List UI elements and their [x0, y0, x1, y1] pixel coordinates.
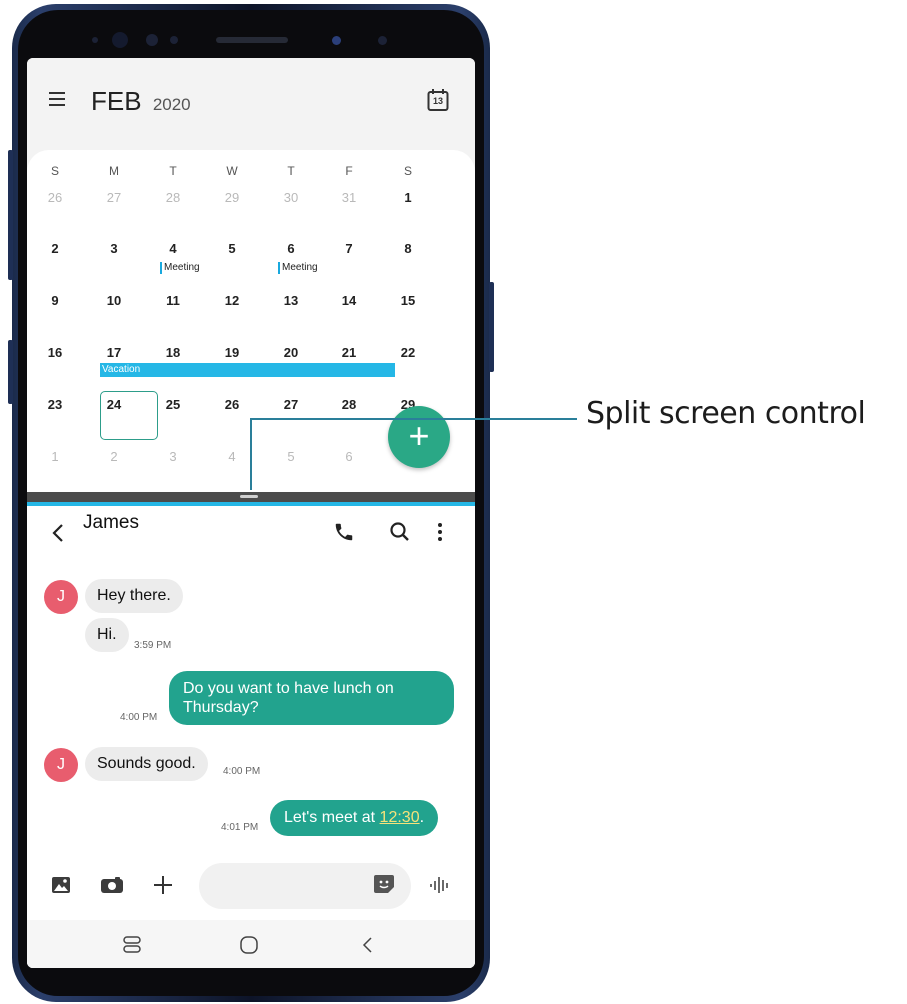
day-cell[interactable]: 23 [35, 397, 75, 412]
day-cell[interactable]: 4 [212, 449, 252, 464]
volume-button [8, 150, 13, 280]
day-cell[interactable]: 5 [212, 241, 252, 256]
today-calendar-icon[interactable]: 13 [427, 88, 449, 112]
power-button [489, 282, 494, 372]
weekday-fri: F [345, 164, 353, 178]
message-text-line: Do you want to have lunch on [183, 680, 394, 697]
day-cell[interactable]: 28 [153, 190, 193, 205]
split-screen-control-handle[interactable] [240, 495, 258, 498]
day-cell[interactable]: 12 [212, 293, 252, 308]
message-bubble-in[interactable]: Hey there. [85, 579, 183, 613]
day-cell[interactable]: 26 [212, 397, 252, 412]
weekday-sun: S [50, 164, 59, 178]
message-timestamp: 4:00 PM [223, 766, 261, 777]
day-cell[interactable]: 27 [271, 397, 311, 412]
day-cell[interactable]: 17 [94, 345, 134, 360]
avatar[interactable]: J [44, 748, 78, 782]
day-cell[interactable]: 14 [329, 293, 369, 308]
message-bubble-in[interactable]: Hi. [85, 618, 129, 652]
day-cell[interactable]: 24 [94, 397, 134, 412]
day-cell[interactable]: 9 [35, 293, 75, 308]
message-bubble-out[interactable]: Let's meet at 12:30. [270, 800, 439, 836]
front-camera-icon [112, 32, 128, 48]
day-cell[interactable]: 20 [271, 345, 311, 360]
back-icon[interactable] [361, 936, 375, 954]
phone-call-icon[interactable] [333, 521, 355, 543]
day-cell[interactable]: 3 [153, 449, 193, 464]
message-timestamp: 3:59 PM [134, 640, 172, 651]
day-cell[interactable]: 5 [271, 449, 311, 464]
day-cell[interactable]: 29 [212, 190, 252, 205]
callout-leader-vertical [250, 418, 252, 490]
weekday-tue: T [169, 164, 177, 178]
back-arrow-icon[interactable] [51, 522, 65, 544]
today-number: 13 [432, 96, 443, 106]
day-cell[interactable]: 4 [153, 241, 193, 256]
day-cell[interactable]: 8 [388, 241, 428, 256]
message-timestamp: 4:01 PM [221, 822, 259, 833]
menu-icon[interactable] [49, 92, 67, 106]
add-event-button[interactable]: + [388, 406, 450, 468]
day-cell[interactable]: 25 [153, 397, 193, 412]
search-icon[interactable] [389, 521, 411, 543]
day-cell[interactable]: 15 [388, 293, 428, 308]
weekday-wed: W [226, 164, 238, 178]
day-cell[interactable]: 22 [388, 345, 428, 360]
day-cell[interactable]: 1 [388, 190, 428, 205]
day-cell[interactable]: 3 [94, 241, 134, 256]
day-cell[interactable]: 2 [94, 449, 134, 464]
callout-label: Split screen control [586, 396, 866, 431]
day-cell[interactable]: 19 [212, 345, 252, 360]
more-options-icon[interactable] [436, 521, 444, 543]
day-cell[interactable]: 21 [329, 345, 369, 360]
message-bubble-out[interactable]: Do you want to have lunch on Thursday? [169, 671, 454, 725]
day-cell[interactable]: 30 [271, 190, 311, 205]
message-text: Let's meet at [284, 809, 380, 826]
day-cell[interactable]: 26 [35, 190, 75, 205]
message-timestamp: 4:00 PM [120, 712, 158, 723]
recent-apps-icon[interactable] [122, 936, 142, 954]
phone-screen: FEB 2020 13 S M T W T F S 26 27 28 29 30… [27, 58, 475, 968]
avatar[interactable]: J [44, 580, 78, 614]
weekday-thu: T [287, 164, 295, 178]
earpiece-speaker [216, 37, 288, 43]
day-cell[interactable]: 1 [35, 449, 75, 464]
day-cell[interactable]: 2 [35, 241, 75, 256]
day-cell[interactable]: 16 [35, 345, 75, 360]
event-meeting[interactable]: Meeting [278, 262, 318, 274]
bixby-button [8, 340, 13, 404]
message-text-line: Thursday? [183, 699, 259, 716]
message-text: . [419, 809, 425, 826]
contact-name: James [83, 512, 139, 533]
day-cell[interactable]: 7 [329, 241, 369, 256]
home-icon[interactable] [239, 935, 259, 955]
time-link[interactable]: 12:30 [380, 809, 420, 826]
day-cell[interactable]: 6 [329, 449, 369, 464]
year-label: 2020 [152, 95, 191, 114]
day-cell[interactable]: 28 [329, 397, 369, 412]
day-cell[interactable]: 10 [94, 293, 134, 308]
message-bubble-in[interactable]: Sounds good. [85, 747, 208, 781]
day-cell[interactable]: 13 [271, 293, 311, 308]
day-cell[interactable]: 27 [94, 190, 134, 205]
day-cell[interactable]: 31 [329, 190, 369, 205]
sticker-icon[interactable] [373, 874, 395, 894]
day-cell[interactable]: 6 [271, 241, 311, 256]
event-vacation[interactable]: Vacation [100, 363, 395, 377]
weekday-sat: S [403, 164, 412, 178]
camera-icon[interactable] [100, 876, 124, 894]
event-meeting[interactable]: Meeting [160, 262, 200, 274]
add-attachment-icon[interactable] [152, 874, 174, 896]
front-sensors [70, 28, 400, 52]
callout-leader-horizontal [250, 418, 577, 420]
weekday-mon: M [109, 164, 119, 178]
month-title[interactable]: FEB 2020 [91, 86, 191, 117]
voice-recording-icon[interactable] [429, 874, 451, 896]
gallery-icon[interactable] [51, 876, 71, 894]
month-label: FEB [91, 86, 142, 116]
day-cell[interactable]: 18 [153, 345, 193, 360]
day-cell[interactable]: 11 [153, 293, 193, 308]
